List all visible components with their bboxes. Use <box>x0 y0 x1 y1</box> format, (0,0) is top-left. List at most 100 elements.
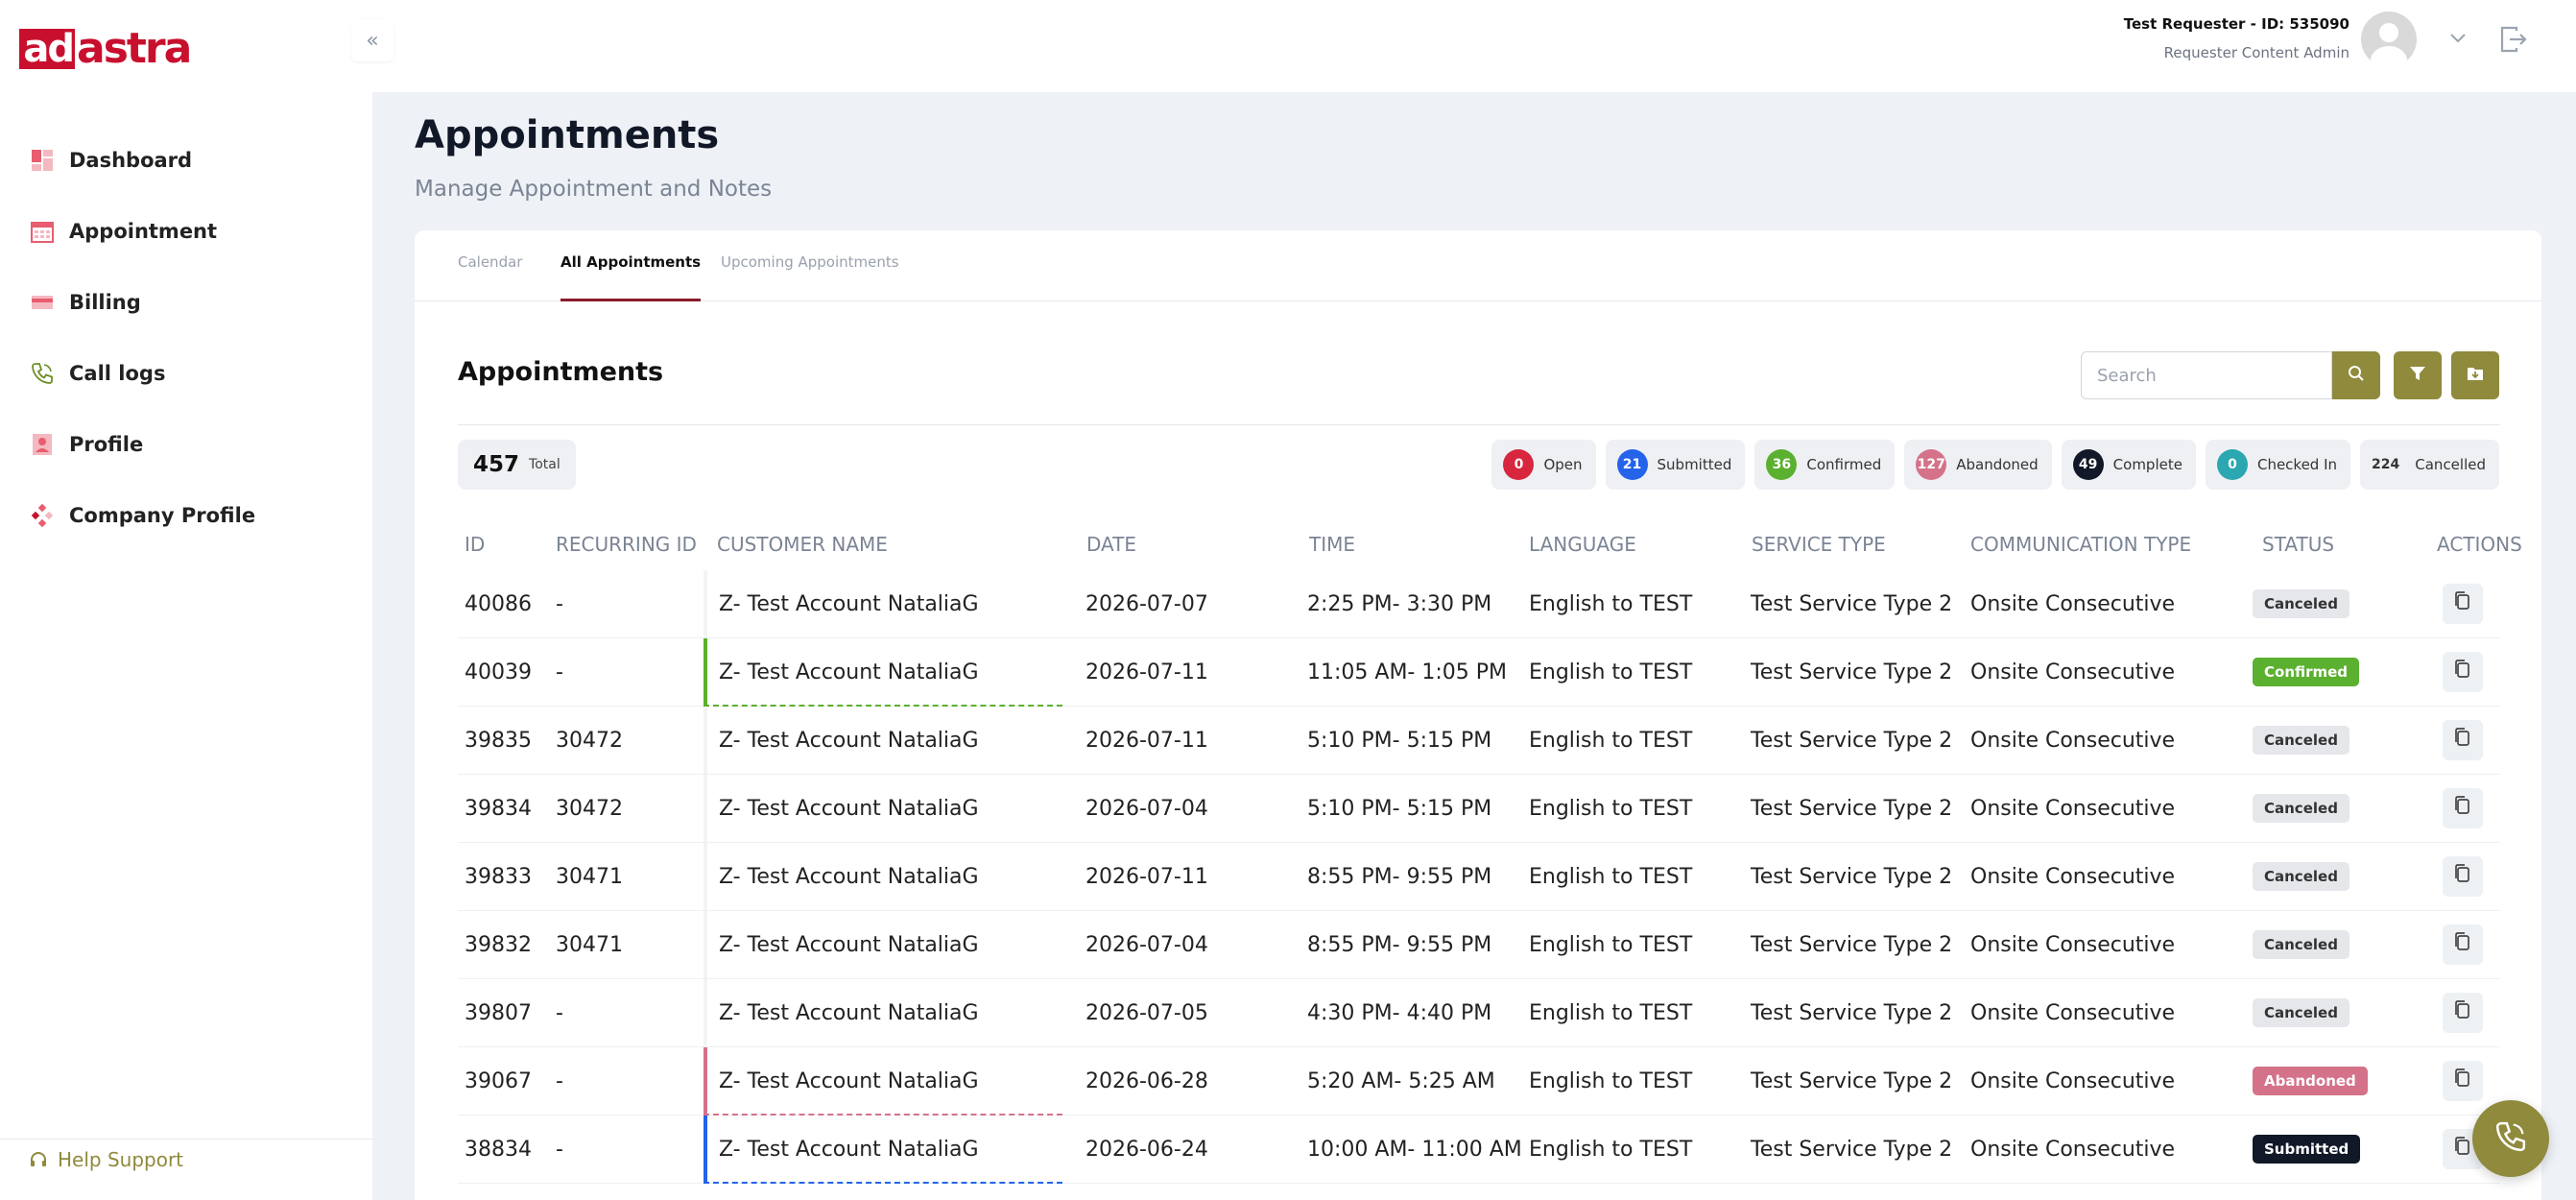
cell-customer-name: Z- Test Account NataliaG <box>719 796 979 821</box>
status-pill-abandoned[interactable]: 127 Abandoned <box>1904 440 2052 490</box>
status-pill-confirmed[interactable]: 36 Confirmed <box>1754 440 1896 490</box>
cell-service-type: Test Service Type 2 <box>1751 591 1953 616</box>
company-icon <box>29 502 56 529</box>
logo-mark: ad <box>19 29 75 69</box>
table-row[interactable]: 39067- Z- Test Account NataliaG 2026-06-28… <box>458 1047 2500 1116</box>
cell-date: 2026-06-24 <box>1085 1137 1208 1162</box>
column-header[interactable]: COMMUNICATION TYPE <box>1970 518 2191 570</box>
user-name: Test Requester - ID: 535090 <box>2123 15 2349 33</box>
column-header[interactable]: ID <box>465 518 485 570</box>
cell-recurring-id: - <box>556 1137 563 1162</box>
tab-bar: Calendar All Appointments Upcoming Appoi… <box>415 230 2541 301</box>
copy-button[interactable] <box>2443 856 2483 897</box>
copy-button[interactable] <box>2443 584 2483 624</box>
status-filter-pills: 0 Open 21 Submitted 36 Confirmed 127 Aba… <box>1482 440 2499 490</box>
sidebar-item-label: Call logs <box>69 362 166 385</box>
status-badge: Canceled <box>2253 794 2349 823</box>
table-row[interactable]: 39807- Z- Test Account NataliaG 2026-07-05… <box>458 979 2500 1047</box>
adastra-logo[interactable]: ad astra <box>19 23 192 70</box>
status-badge: Canceled <box>2253 930 2349 959</box>
column-header[interactable]: SERVICE TYPE <box>1752 518 1886 570</box>
cell-customer-name: Z- Test Account NataliaG <box>719 932 979 957</box>
search-icon <box>2347 364 2366 387</box>
column-header[interactable]: RECURRING ID <box>556 518 697 570</box>
sidebar-item-dashboard[interactable]: Dashboard <box>0 125 372 196</box>
sidebar-item-profile[interactable]: Profile <box>0 409 372 480</box>
cell-communication-type: Onsite Consecutive <box>1970 796 2176 821</box>
cell-language: English to TEST <box>1529 728 1693 753</box>
status-badge: Submitted <box>2253 1135 2361 1164</box>
copy-button[interactable] <box>2443 788 2483 828</box>
sidebar-nav: Dashboard Appointment Billing Call logs … <box>0 125 372 551</box>
column-header[interactable]: DATE <box>1086 518 1136 570</box>
cell-language: English to TEST <box>1529 796 1693 821</box>
cell-actions <box>2443 911 2483 978</box>
copy-icon <box>2452 863 2473 890</box>
column-header[interactable]: LANGUAGE <box>1529 518 1636 570</box>
status-pill-complete[interactable]: 49 Complete <box>2061 440 2196 490</box>
status-count: 36 <box>1766 449 1798 480</box>
status-pill-open[interactable]: 0 Open <box>1491 440 1596 490</box>
table-row[interactable]: 39833 30471 Z- Test Account NataliaG 2026-0… <box>458 843 2500 911</box>
cell-time: 8:55 PM- 9:55 PM <box>1307 864 1492 889</box>
page-title: Appointments <box>415 113 720 157</box>
status-pill-checked-in[interactable]: 0 Checked In <box>2205 440 2351 490</box>
table-row[interactable]: 39834 30472 Z- Test Account NataliaG 2026-0… <box>458 775 2500 843</box>
row-status-marker <box>704 1047 707 1115</box>
tab-all-appointments[interactable]: All Appointments <box>561 253 702 301</box>
sidebar-item-appointment[interactable]: Appointment <box>0 196 372 267</box>
row-status-marker <box>704 638 707 706</box>
cell-status: Canceled <box>2253 707 2349 774</box>
status-badge: Canceled <box>2253 589 2349 618</box>
tab-upcoming-appointments[interactable]: Upcoming Appointments <box>721 253 899 301</box>
column-header[interactable]: CUSTOMER NAME <box>717 518 888 570</box>
status-label: Cancelled <box>2415 456 2486 473</box>
tab-calendar[interactable]: Calendar <box>458 253 522 301</box>
table-row[interactable]: 38834- Z- Test Account NataliaG 2026-06-24… <box>458 1116 2500 1184</box>
cell-id: 38834 <box>465 1137 532 1162</box>
copy-icon <box>2452 795 2473 822</box>
column-header[interactable]: STATUS <box>2262 518 2334 570</box>
status-pill-submitted[interactable]: 21 Submitted <box>1605 440 1746 490</box>
top-bar: Test Requester - ID: 535090 Requester Co… <box>372 0 2576 92</box>
page-subtitle: Manage Appointment and Notes <box>415 177 773 202</box>
copy-button[interactable] <box>2443 1061 2483 1101</box>
help-support-link[interactable]: Help Support <box>29 1148 183 1171</box>
column-header[interactable]: TIME <box>1309 518 1355 570</box>
filter-button[interactable] <box>2394 351 2442 399</box>
search-input[interactable] <box>2081 351 2332 399</box>
sidebar-item-call-logs[interactable]: Call logs <box>0 338 372 409</box>
row-status-marker <box>704 570 707 637</box>
chevron-down-icon[interactable] <box>2449 29 2467 49</box>
cell-service-type: Test Service Type 2 <box>1751 796 1953 821</box>
export-button[interactable] <box>2451 351 2499 399</box>
table-row[interactable]: 40086- Z- Test Account NataliaG 2026-07-07… <box>458 570 2500 638</box>
copy-button[interactable] <box>2443 720 2483 760</box>
logout-icon[interactable] <box>2497 23 2530 56</box>
row-status-marker <box>704 1116 707 1183</box>
table-row[interactable]: 39832 30471 Z- Test Account NataliaG 2026-0… <box>458 911 2500 979</box>
user-role: Requester Content Admin <box>2163 44 2349 61</box>
status-label: Checked In <box>2256 456 2338 473</box>
cell-date: 2026-07-04 <box>1085 796 1208 821</box>
call-button[interactable] <box>2472 1100 2549 1177</box>
copy-icon <box>2452 659 2473 685</box>
copy-button[interactable] <box>2443 993 2483 1033</box>
status-pill-cancelled[interactable]: 224 Cancelled <box>2360 440 2499 490</box>
collapse-sidebar-button[interactable]: « <box>351 19 394 61</box>
table-row[interactable]: 39835 30472 Z- Test Account NataliaG 2026-0… <box>458 707 2500 775</box>
avatar[interactable] <box>2361 12 2417 67</box>
cell-recurring-id: - <box>556 660 563 684</box>
headset-icon <box>29 1150 48 1169</box>
sidebar-item-billing[interactable]: Billing <box>0 267 372 338</box>
cell-recurring-id: - <box>556 591 563 616</box>
copy-button[interactable] <box>2443 924 2483 965</box>
sidebar-item-company-profile[interactable]: Company Profile <box>0 480 372 551</box>
copy-button[interactable] <box>2443 652 2483 692</box>
row-status-marker <box>704 707 707 774</box>
cell-status: Canceled <box>2253 843 2349 910</box>
user-info[interactable]: Test Requester - ID: 535090 Requester Co… <box>2124 13 2349 61</box>
search-button[interactable] <box>2332 351 2380 399</box>
cell-communication-type: Onsite Consecutive <box>1970 1137 2176 1162</box>
table-row[interactable]: 40039- Z- Test Account NataliaG 2026-07-11… <box>458 638 2500 707</box>
